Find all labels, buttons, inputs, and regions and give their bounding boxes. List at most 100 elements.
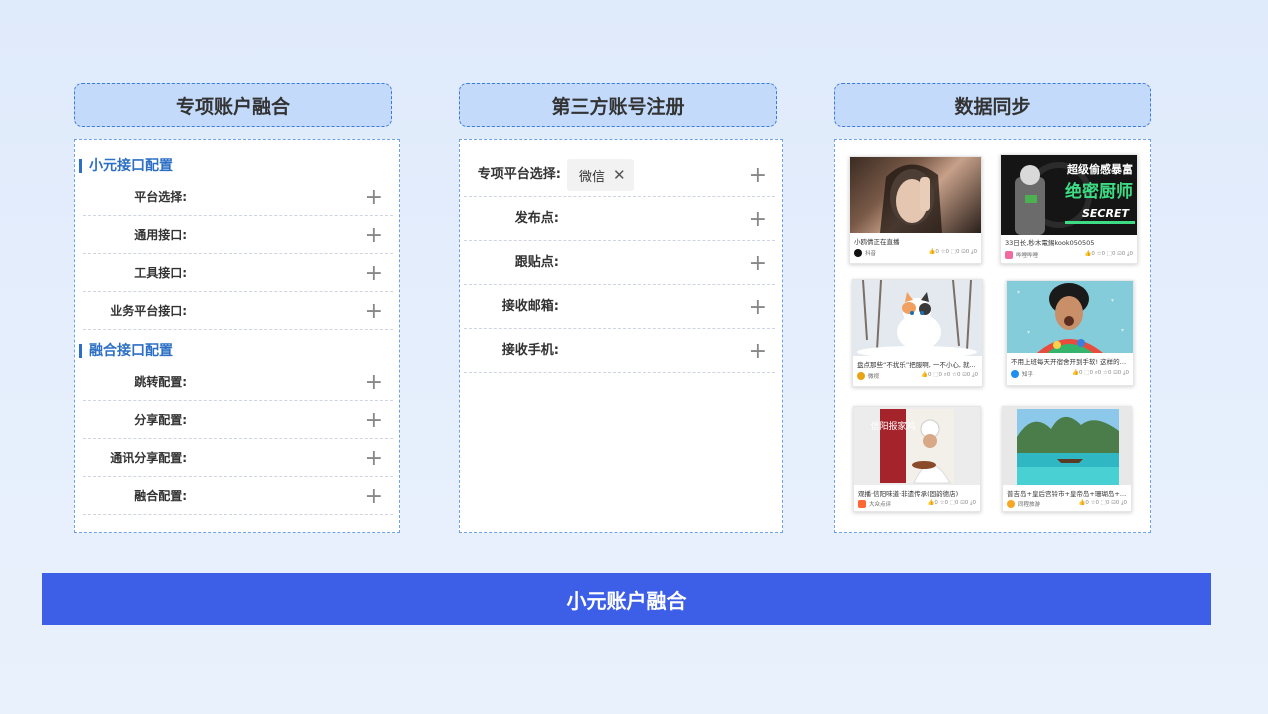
tongcheng-icon xyxy=(1007,500,1015,508)
config-row-share[interactable]: 分享配置: + xyxy=(83,401,393,439)
reg-label: 接收手机: xyxy=(501,343,559,358)
add-icon[interactable]: + xyxy=(749,165,767,187)
data-sync-header: 数据同步 xyxy=(834,83,1151,127)
platform-select-label: 专项平台选择: xyxy=(477,167,561,182)
add-icon[interactable]: + xyxy=(365,301,383,323)
card-thumbnail xyxy=(1003,407,1131,485)
card-meta: 哔哩哔哩 👍0 ☆0 ⬚0 ⊡0 ⤓0 xyxy=(1005,250,1133,260)
add-icon[interactable]: + xyxy=(365,263,383,285)
content-card[interactable]: 不用上班每天开宿舍开到手软! 这样的日子... 知乎 👍0 ⬚0 ⌕0 ☆0 ⊡… xyxy=(1006,280,1134,386)
island-photo xyxy=(1003,407,1131,485)
card-stats: 👍0 ☆0 ⬚0 ⊡0 ⤓0 xyxy=(928,249,977,255)
card-title: 33日长,秒木電錫kook050505 xyxy=(1005,239,1095,247)
card-stats: 👍0 ☆0 ⬚0 ⊡0 ⤓0 xyxy=(1078,500,1127,506)
card-thumbnail: 信阳报家鸡 xyxy=(854,407,980,485)
chef-poster-image: 信阳报家鸡 xyxy=(854,407,980,485)
add-icon[interactable]: + xyxy=(365,372,383,394)
third-party-header: 第三方账号注册 xyxy=(459,83,777,127)
add-icon[interactable]: + xyxy=(749,253,767,275)
config-label: 通讯分享配置: xyxy=(110,451,187,465)
banner-line-2: 绝密厨师 xyxy=(1065,181,1133,202)
card-meta: 同程旅游 👍0 ☆0 ⬚0 ⊡0 ⤓0 xyxy=(1007,499,1127,509)
source-name: 同程旅游 xyxy=(1018,502,1041,508)
config-row-tool-api[interactable]: 工具接口: + xyxy=(83,254,393,292)
add-icon[interactable]: + xyxy=(749,341,767,363)
third-party-panel: 专项平台选择: 微信 ✕ + 发布点: + 跟贴点: + 接收邮箱: + 接收手… xyxy=(459,139,783,533)
config-label: 业务平台接口: xyxy=(110,304,187,318)
publish-point-row[interactable]: 发布点: + xyxy=(464,197,775,241)
card-stats: 👍0 ⬚0 ⌕0 ☆0 ⊡0 ⤓0 xyxy=(921,372,978,378)
section-title-xiaoyuan: 小元接口配置 xyxy=(79,159,173,173)
config-row-jump[interactable]: 跳转配置: + xyxy=(83,363,393,401)
data-sync-panel: 小鸥倩正在直播 抖音 👍0 ☆0 ⬚0 ⊡0 ⤓0 超级偷感暴富 绝密厨师 SE… xyxy=(834,139,1151,533)
config-row-business-api[interactable]: 业务平台接口: + xyxy=(83,292,393,330)
source-name: 大众点评 xyxy=(869,502,892,508)
platform-tag-label: 微信 xyxy=(579,169,606,185)
phone-row[interactable]: 接收手机: + xyxy=(464,329,775,373)
add-icon[interactable]: + xyxy=(365,225,383,247)
data-sync-title: 数据同步 xyxy=(954,95,1031,118)
config-label: 跳转配置: xyxy=(134,375,187,389)
cat-illustration xyxy=(853,280,982,356)
section-title-fusion: 融合接口配置 xyxy=(79,344,173,358)
card-title: 不用上班每天开宿舍开到手软! 这样的日子... xyxy=(1011,358,1129,366)
content-card[interactable]: 盘点那些“不扰乐”把服啊, 一不小心, 就... 微视 👍0 ⬚0 ⌕0 ☆0 … xyxy=(852,279,983,387)
card-stats: 👍0 ⬚0 ⌕0 ☆0 ⊡0 ⤓0 xyxy=(1072,370,1129,376)
bilibili-icon xyxy=(1005,251,1013,259)
content-card[interactable]: 普吉岛+皇后宫铃市+皇帝岛+珊瑚岛+大皇... 同程旅游 👍0 ☆0 ⬚0 ⊡0… xyxy=(1002,406,1132,512)
card-meta: 抖音 👍0 ☆0 ⬚0 ⊡0 ⤓0 xyxy=(854,248,977,258)
banner-line-3: SECRET xyxy=(1082,207,1130,220)
email-row[interactable]: 接收邮箱: + xyxy=(464,285,775,329)
card-stats: 👍0 ☆0 ⬚0 ⊡0 ⤓0 xyxy=(927,500,976,506)
portrait-image xyxy=(880,164,942,233)
config-label: 工具接口: xyxy=(134,266,187,280)
account-fusion-title: 专项账户融合 xyxy=(175,95,290,118)
content-card[interactable]: 超级偷感暴富 绝密厨师 SECRET 33日长,秒木電錫kook050505 哔… xyxy=(1000,154,1138,264)
weishi-icon xyxy=(857,372,865,380)
add-icon[interactable]: + xyxy=(365,448,383,470)
footer-banner: 小元账户融合 xyxy=(42,573,1211,625)
add-icon[interactable]: + xyxy=(749,297,767,319)
footer-title: 小元账户融合 xyxy=(566,588,687,613)
config-label: 通用接口: xyxy=(134,228,187,242)
content-card[interactable]: 小鸥倩正在直播 抖音 👍0 ☆0 ⬚0 ⊡0 ⤓0 xyxy=(849,156,982,264)
add-icon[interactable]: + xyxy=(365,187,383,209)
account-fusion-panel: 小元接口配置 平台选择: + 通用接口: + 工具接口: + 业务平台接口: +… xyxy=(74,139,400,533)
config-row-comm-share[interactable]: 通讯分享配置: + xyxy=(83,439,393,477)
follow-post-row[interactable]: 跟贴点: + xyxy=(464,241,775,285)
add-icon[interactable]: + xyxy=(365,486,383,508)
card-title: 普吉岛+皇后宫铃市+皇帝岛+珊瑚岛+大皇... xyxy=(1007,490,1127,498)
card-thumbnail xyxy=(1007,281,1133,353)
card-thumbnail: 超级偷感暴富 绝密厨师 SECRET xyxy=(1001,155,1137,235)
banner-line-1: 超级偷感暴富 xyxy=(1066,162,1133,176)
source-name: 微视 xyxy=(868,374,880,380)
config-row-fusion[interactable]: 融合配置: + xyxy=(83,477,393,515)
config-label: 融合配置: xyxy=(134,489,187,503)
card-meta: 大众点评 👍0 ☆0 ⬚0 ⊡0 ⤓0 xyxy=(858,499,976,509)
card-title: 小鸥倩正在直播 xyxy=(854,238,900,246)
config-row-platform[interactable]: 平台选择: + xyxy=(83,178,393,216)
poster-text: 信阳报家鸡 xyxy=(870,420,915,432)
close-icon[interactable]: ✕ xyxy=(613,166,626,184)
card-stats: 👍0 ☆0 ⬚0 ⊡0 ⤓0 xyxy=(1084,251,1133,257)
content-card[interactable]: 信阳报家鸡 观播·信阳味道·非遗传承(固韵德店) 大众点评 👍0 ☆0 ⬚0 ⊡… xyxy=(853,406,981,512)
card-thumbnail xyxy=(850,157,981,233)
man-photo xyxy=(1007,281,1133,353)
card-title: 观播·信阳味道·非遗传承(固韵德店) xyxy=(858,490,959,498)
platform-select-row[interactable]: 专项平台选择: 微信 ✕ + xyxy=(464,153,775,197)
card-meta: 微视 👍0 ⬚0 ⌕0 ☆0 ⊡0 ⤓0 xyxy=(857,371,978,381)
add-icon[interactable]: + xyxy=(365,410,383,432)
douyin-icon xyxy=(854,249,862,257)
add-icon[interactable]: + xyxy=(749,209,767,231)
account-fusion-header: 专项账户融合 xyxy=(74,83,392,127)
card-meta: 知乎 👍0 ⬚0 ⌕0 ☆0 ⊡0 ⤓0 xyxy=(1011,369,1129,379)
third-party-title: 第三方账号注册 xyxy=(551,95,685,118)
config-row-general-api[interactable]: 通用接口: + xyxy=(83,216,393,254)
zhihu-icon xyxy=(1011,370,1019,378)
platform-tag[interactable]: 微信 ✕ xyxy=(567,159,634,191)
config-label: 平台选择: xyxy=(134,190,187,204)
card-thumbnail xyxy=(853,280,982,356)
source-name: 抖音 xyxy=(865,251,877,257)
dianping-icon xyxy=(858,500,866,508)
reg-label: 接收邮箱: xyxy=(501,299,559,314)
